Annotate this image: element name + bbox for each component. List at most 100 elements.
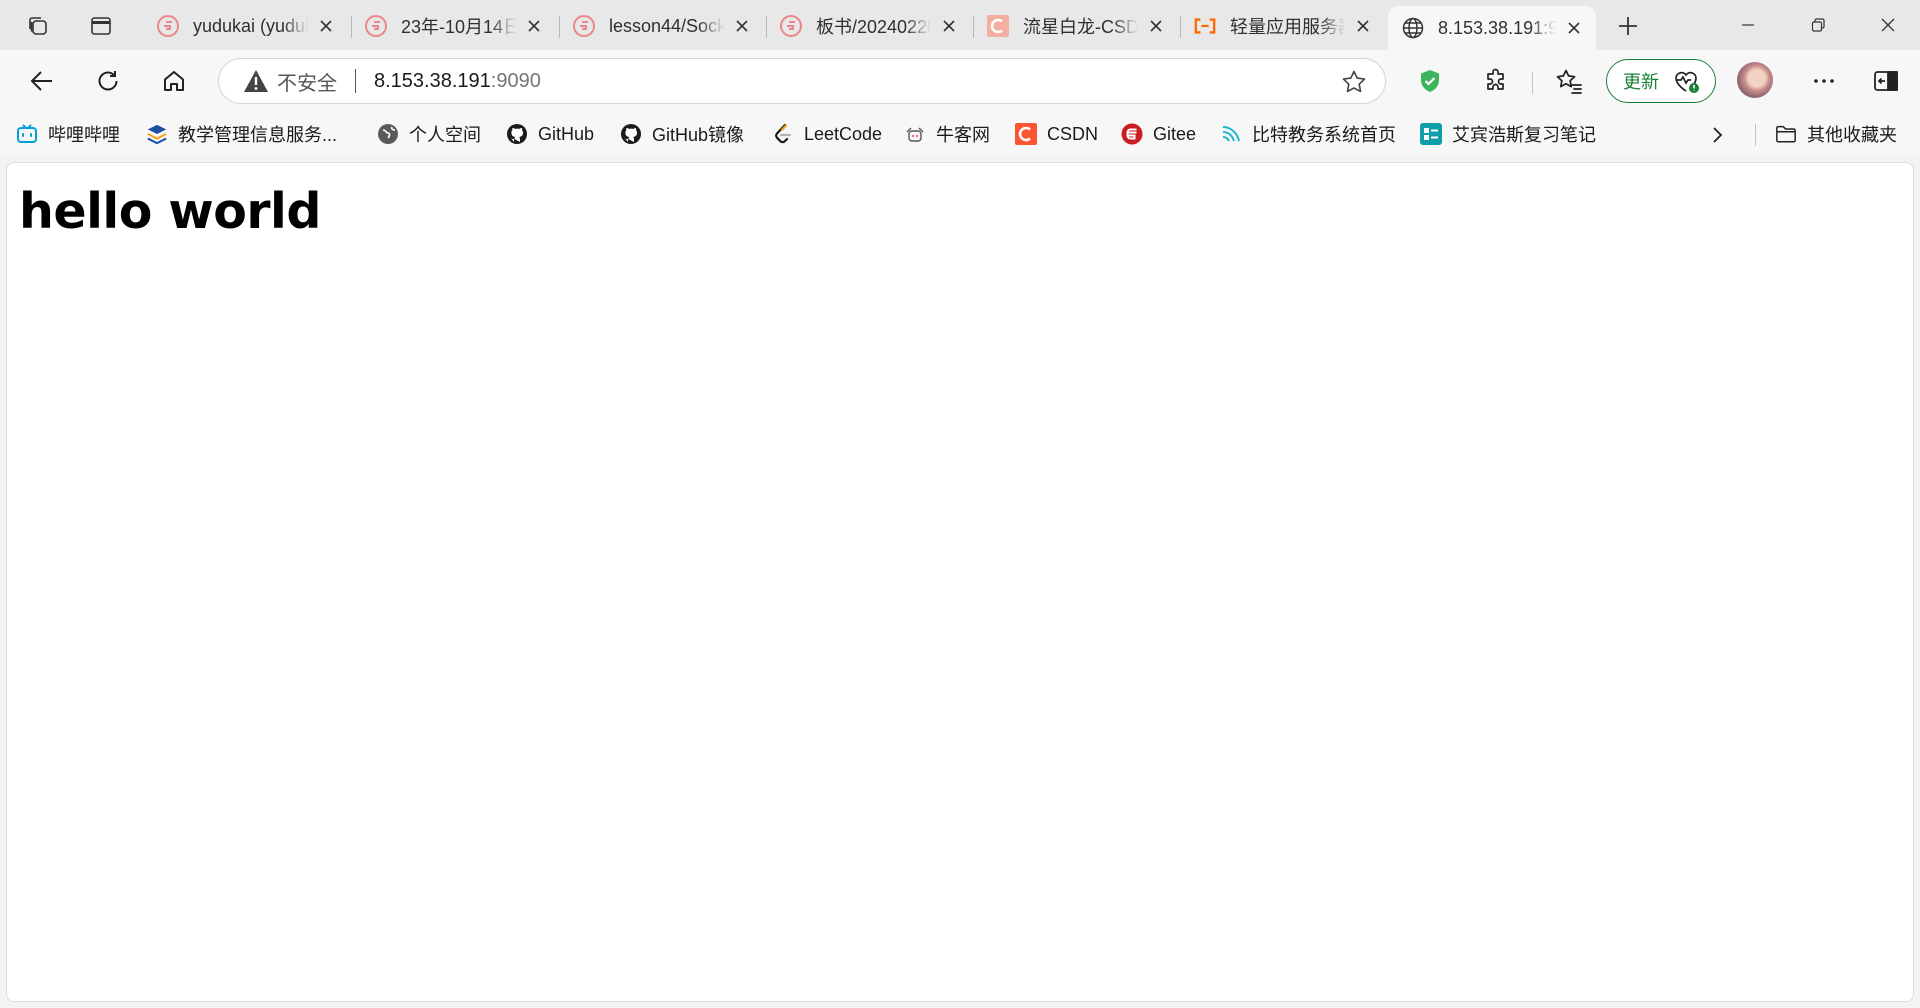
close-icon[interactable] xyxy=(1351,14,1375,38)
address-bar[interactable]: 不安全 8.153.38.191:9090 xyxy=(218,58,1386,104)
favorite-github-mirror[interactable]: GitHub镜像 xyxy=(620,118,744,150)
close-icon[interactable] xyxy=(937,14,961,38)
close-icon[interactable] xyxy=(1144,14,1168,38)
globe-icon xyxy=(377,123,399,145)
navigation-toolbar: 不安全 8.153.38.191:9090 更新 xyxy=(0,50,1920,112)
close-icon[interactable] xyxy=(730,14,754,38)
shield-extension-button[interactable] xyxy=(1410,61,1450,101)
security-label[interactable]: 不安全 xyxy=(277,67,337,96)
restore-button[interactable] xyxy=(1788,0,1848,50)
more-dots-icon xyxy=(1814,79,1834,83)
sidebar-toggle-button[interactable] xyxy=(1866,61,1906,101)
workspaces-icon xyxy=(29,17,47,35)
favorite-label: LeetCode xyxy=(804,123,883,144)
url-host[interactable]: 8.153.38.191 xyxy=(374,70,491,93)
refresh-button[interactable] xyxy=(88,61,128,101)
tab-title: 流星白龙-CSDN xyxy=(1023,17,1138,37)
avatar[interactable] xyxy=(1737,62,1773,98)
favorite-personal-space[interactable]: 个人空间 xyxy=(377,118,481,150)
tab-title: 23年-10月14日 xyxy=(401,17,516,37)
github-icon xyxy=(506,123,528,145)
favorite-label: CSDN xyxy=(1047,123,1099,144)
favorites-list-icon xyxy=(1556,69,1582,94)
url-port[interactable]: :9090 xyxy=(491,70,541,93)
refresh-icon xyxy=(98,71,118,91)
favorite-gitee[interactable]: Gitee xyxy=(1121,118,1196,150)
leetcode-icon xyxy=(772,123,794,145)
warning-icon[interactable] xyxy=(243,68,269,94)
plus-icon xyxy=(1619,17,1637,35)
tab-oct14[interactable]: 23年-10月14日 xyxy=(351,6,556,46)
favorite-star-icon[interactable] xyxy=(1341,69,1367,95)
gitee-icon xyxy=(1121,123,1143,145)
page-heading: hello world xyxy=(19,183,321,240)
tab-banshu[interactable]: 板书/20240220 xyxy=(766,6,971,46)
tab-title: yudukai (yudukai) xyxy=(193,15,308,36)
favorite-label: 教学管理信息服务... xyxy=(178,125,338,145)
other-favorites-label: 其他收藏夹 xyxy=(1807,125,1897,145)
settings-more-button[interactable] xyxy=(1804,61,1844,101)
csdn-icon xyxy=(987,15,1009,37)
csdn-icon xyxy=(1015,123,1037,145)
notes-icon xyxy=(1420,123,1442,145)
globe-icon xyxy=(1402,17,1424,39)
extensions-button[interactable] xyxy=(1476,61,1516,101)
nowcoder-icon xyxy=(904,123,926,145)
favorite-label: GitHub xyxy=(538,123,595,144)
close-icon[interactable] xyxy=(314,14,338,38)
favorite-label: 哔哩哔哩 xyxy=(48,125,120,145)
favorite-label: 牛客网 xyxy=(936,125,990,145)
restore-icon xyxy=(1811,18,1825,32)
gitee-icon xyxy=(157,15,179,37)
tab-title: lesson44/Socket xyxy=(609,15,724,36)
favorites-button[interactable] xyxy=(1549,61,1589,101)
update-label: 更新 xyxy=(1623,72,1659,92)
tab-lesson44[interactable]: lesson44/Socket xyxy=(559,6,764,46)
bilibili-icon xyxy=(16,123,38,145)
tab-strip: yudukai (yudukai) 23年-10月14日 lesson44/So… xyxy=(0,0,1920,50)
back-arrow-icon xyxy=(30,71,52,91)
gitee-icon xyxy=(365,15,387,37)
favorites-bar: 哔哩哔哩 教学管理信息服务... 个人空间 GitHub GitHub镜像 Le… xyxy=(0,112,1920,156)
vertical-tabs-button[interactable] xyxy=(83,8,119,44)
tab-active-server[interactable]: 8.153.38.191:9090 xyxy=(1388,6,1596,50)
minimize-button[interactable] xyxy=(1718,0,1778,50)
workspaces-button[interactable] xyxy=(20,8,56,44)
gitee-icon xyxy=(573,15,595,37)
tab-actions-icon xyxy=(91,17,111,35)
favorite-label: Gitee xyxy=(1153,123,1197,144)
tab-aliyun[interactable]: 轻量应用服务器 xyxy=(1180,6,1385,46)
other-favorites-folder[interactable]: 其他收藏夹 xyxy=(1775,118,1897,150)
favorite-ebbinghaus-notes[interactable]: 艾宾浩斯复习笔记 xyxy=(1420,118,1596,150)
puzzle-icon xyxy=(1487,68,1504,90)
favorite-campus-system[interactable]: 教学管理信息服务... xyxy=(146,118,337,150)
chevron-right-icon[interactable] xyxy=(1702,120,1732,150)
favorite-github[interactable]: GitHub xyxy=(506,118,594,150)
bite-icon xyxy=(1220,123,1242,145)
favorite-nowcoder[interactable]: 牛客网 xyxy=(904,118,990,150)
tab-csdn[interactable]: 流星白龙-CSDN xyxy=(973,6,1178,46)
folder-icon xyxy=(1775,123,1797,145)
favorite-csdn[interactable]: CSDN xyxy=(1015,118,1098,150)
close-icon[interactable] xyxy=(522,14,546,38)
close-icon[interactable] xyxy=(1562,16,1586,40)
back-button[interactable] xyxy=(22,61,62,101)
home-button[interactable] xyxy=(154,61,194,101)
update-button[interactable]: 更新 xyxy=(1606,59,1716,103)
close-icon xyxy=(1881,18,1895,32)
close-window-button[interactable] xyxy=(1858,0,1918,50)
sidebar-icon xyxy=(1874,71,1898,91)
tab-yudukai[interactable]: yudukai (yudukai) xyxy=(143,6,348,46)
favorite-label: GitHub镜像 xyxy=(652,125,745,145)
favorite-leetcode[interactable]: LeetCode xyxy=(772,118,882,150)
tab-title: 8.153.38.191:9090 xyxy=(1438,17,1556,38)
favorite-bite-system[interactable]: 比特教务系统首页 xyxy=(1220,118,1396,150)
favorite-label: 艾宾浩斯复习笔记 xyxy=(1452,125,1596,145)
aliyun-icon xyxy=(1194,15,1216,37)
minimize-icon xyxy=(1742,24,1754,26)
favorite-bilibili[interactable]: 哔哩哔哩 xyxy=(16,118,120,150)
favorite-label: 个人空间 xyxy=(409,125,481,145)
shield-icon xyxy=(1421,70,1439,92)
new-tab-button[interactable] xyxy=(1610,8,1646,44)
home-icon xyxy=(164,71,184,91)
